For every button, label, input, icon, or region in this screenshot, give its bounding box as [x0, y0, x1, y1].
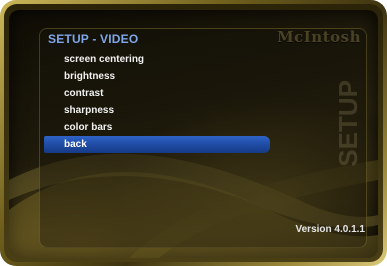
watermark-text: SETUP [333, 80, 363, 167]
version-label: Version 4.0.1.1 [295, 224, 366, 235]
menu-item-color-bars[interactable]: color bars [44, 119, 270, 136]
menu-item-brightness[interactable]: brightness [44, 68, 270, 85]
menu-item-contrast[interactable]: contrast [44, 85, 270, 102]
menu-item-screen-centering[interactable]: screen centering [44, 51, 270, 68]
setup-watermark: SETUP [331, 80, 365, 167]
page-title: SETUP - VIDEO [48, 32, 139, 46]
menu-item-back[interactable]: back [44, 136, 270, 153]
setup-video-menu: screen centering brightness contrast sha… [44, 51, 270, 153]
brand-logo: McIntosh [277, 28, 361, 46]
menu-item-sharpness[interactable]: sharpness [44, 102, 270, 119]
